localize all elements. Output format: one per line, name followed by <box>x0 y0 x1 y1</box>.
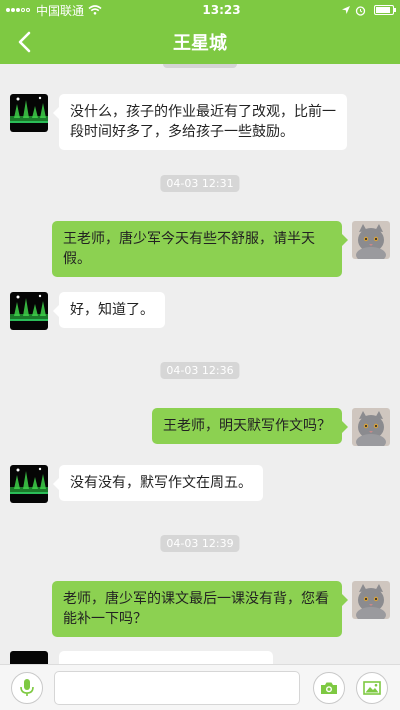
sent-message-bubble[interactable]: 老师，唐少军的课文最后一课没有背，您看能补一下吗？ <box>52 581 348 637</box>
battery-icon <box>374 5 396 15</box>
parent-avatar[interactable] <box>352 221 390 259</box>
image-button[interactable] <box>356 672 388 704</box>
header: 中国联通 13:23 王星城 <box>0 0 400 64</box>
timestamp: 04-03 12:39 <box>160 535 240 552</box>
location-icon <box>342 6 350 14</box>
timestamp: 04-03 12:31 <box>160 175 240 192</box>
sent-message-bubble[interactable]: 王老师，明天默写作文吗？ <box>152 408 348 444</box>
received-message-bubble[interactable] <box>59 651 273 664</box>
wifi-icon <box>88 5 102 15</box>
camera-icon <box>321 682 337 694</box>
microphone-icon <box>20 679 34 696</box>
back-button[interactable] <box>8 26 40 58</box>
parent-avatar[interactable] <box>352 408 390 446</box>
input-bar <box>0 664 400 710</box>
chat-messages[interactable]: 没什么，孩子的作业最近有了改观，比前一段时间好多了，多给孩子一些鼓励。 04-0… <box>0 64 400 664</box>
camera-button[interactable] <box>313 672 345 704</box>
parent-avatar[interactable] <box>352 581 390 619</box>
alarm-icon <box>355 5 366 16</box>
teacher-avatar[interactable] <box>10 292 48 330</box>
timestamp: 04-03 12:36 <box>160 362 240 379</box>
chat-title: 王星城 <box>173 33 227 54</box>
received-message-bubble[interactable]: 没什么，孩子的作业最近有了改观，比前一段时间好多了，多给孩子一些鼓励。 <box>53 94 347 150</box>
chevron-left-icon <box>18 31 31 53</box>
image-icon <box>363 681 381 695</box>
teacher-avatar[interactable] <box>10 651 48 664</box>
received-message-bubble[interactable]: 好，知道了。 <box>53 292 165 328</box>
clock: 13:23 <box>202 3 241 17</box>
teacher-avatar[interactable] <box>10 94 48 132</box>
carrier-label: 中国联通 <box>36 3 85 18</box>
signal-icon <box>6 8 30 12</box>
previous-time-pill <box>163 64 237 68</box>
voice-button[interactable] <box>11 672 43 704</box>
message-input[interactable] <box>54 671 300 705</box>
received-message-bubble[interactable]: 没有没有，默写作文在周五。 <box>53 465 263 501</box>
status-bar: 中国联通 13:23 <box>0 0 400 20</box>
nav-bar: 王星城 <box>0 20 400 64</box>
sent-message-bubble[interactable]: 王老师，唐少军今天有些不舒服，请半天假。 <box>52 221 348 277</box>
teacher-avatar[interactable] <box>10 465 48 503</box>
